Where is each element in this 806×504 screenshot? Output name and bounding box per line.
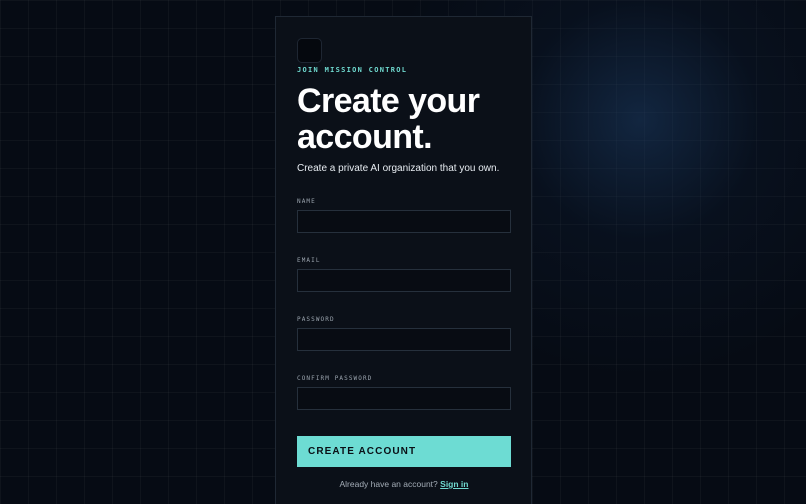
signin-row: Already have an account? Sign in xyxy=(297,479,511,489)
password-input[interactable] xyxy=(297,328,511,351)
password-field-group: PASSWORD xyxy=(297,316,511,351)
email-input[interactable] xyxy=(297,269,511,292)
name-label: NAME xyxy=(297,198,316,205)
signup-card: JOIN MISSION CONTROL Create your account… xyxy=(275,16,532,504)
app-logo-icon xyxy=(297,38,322,63)
email-field-group: EMAIL xyxy=(297,257,511,292)
password-label: PASSWORD xyxy=(297,316,335,323)
signin-prompt: Already have an account? xyxy=(339,479,438,489)
confirm-password-input[interactable] xyxy=(297,387,511,410)
page-title: Create your account. xyxy=(297,82,480,156)
page-subtitle: Create a private AI organization that yo… xyxy=(297,163,500,174)
name-input[interactable] xyxy=(297,210,511,233)
create-account-button[interactable]: CREATE ACCOUNT xyxy=(297,436,511,467)
eyebrow-label: JOIN MISSION CONTROL xyxy=(297,66,408,74)
confirm-password-field-group: CONFIRM PASSWORD xyxy=(297,375,511,410)
sign-in-link[interactable]: Sign in xyxy=(440,479,468,489)
name-field-group: NAME xyxy=(297,198,511,233)
confirm-password-label: CONFIRM PASSWORD xyxy=(297,375,373,382)
email-label: EMAIL xyxy=(297,257,321,264)
